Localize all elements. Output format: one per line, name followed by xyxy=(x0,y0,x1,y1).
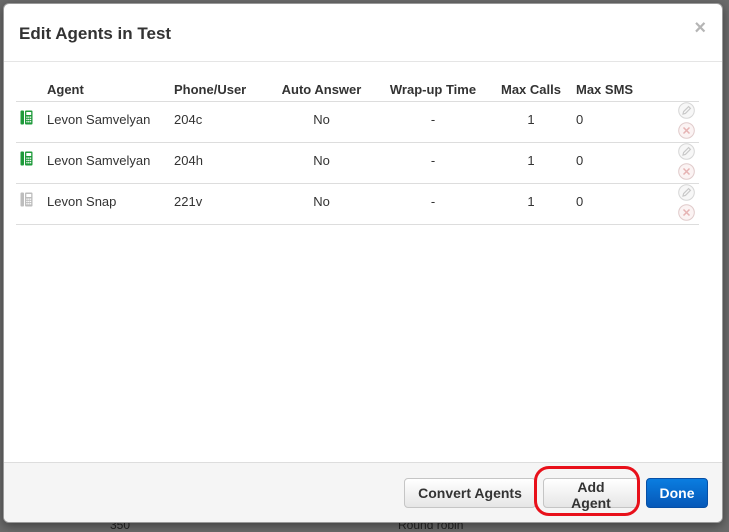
auto-answer: No xyxy=(313,152,330,168)
header-agent: Agent xyxy=(43,77,170,102)
remove-icon[interactable] xyxy=(678,163,695,183)
desk-phone-icon xyxy=(20,151,33,169)
max-sms: 0 xyxy=(576,193,584,209)
close-icon[interactable]: × xyxy=(694,18,706,38)
table-row[interactable]: Levon Samvelyan 204c No - 1 0 xyxy=(16,101,699,143)
desk-phone-icon xyxy=(20,110,33,128)
auto-answer: No xyxy=(313,193,330,209)
pencil-icon[interactable] xyxy=(678,184,695,204)
header-max-sms: Max SMS xyxy=(570,77,660,102)
edit-agents-dialog: Edit Agents in Test × Agent Phone/User A… xyxy=(3,3,723,523)
agents-table: Agent Phone/User Auto Answer Wrap-up Tim… xyxy=(16,77,699,225)
max-sms: 0 xyxy=(576,152,584,168)
wrap-up-time: - xyxy=(430,193,436,209)
header-auto-answer: Auto Answer xyxy=(269,77,374,102)
wrap-up-time: - xyxy=(430,152,436,168)
pencil-icon[interactable] xyxy=(678,102,695,122)
dialog-title: Edit Agents in Test xyxy=(19,24,172,43)
table-row[interactable]: Levon Samvelyan 204h No - 1 0 xyxy=(16,142,699,184)
header-actions xyxy=(660,77,699,102)
remove-icon[interactable] xyxy=(678,122,695,142)
header-status xyxy=(16,77,43,102)
agents-table-body: Levon Samvelyan 204c No - 1 0 Levon Samvelyan 2… xyxy=(16,101,699,225)
auto-answer: No xyxy=(313,111,330,127)
max-calls: 1 xyxy=(527,193,535,209)
convert-agents-button[interactable]: Convert Agents xyxy=(404,478,536,508)
phone-user: 221v xyxy=(174,193,203,209)
phone-user: 204c xyxy=(174,111,203,127)
header-max-calls: Max Calls xyxy=(492,77,570,102)
desk-phone-icon xyxy=(20,192,33,210)
done-button[interactable]: Done xyxy=(646,478,708,508)
max-calls: 1 xyxy=(527,152,535,168)
agent-name: Levon Samvelyan xyxy=(47,152,151,168)
phone-user: 204h xyxy=(174,152,203,168)
dialog-footer: Convert Agents Add Agent Done xyxy=(4,462,722,522)
agent-name: Levon Samvelyan xyxy=(47,111,151,127)
wrap-up-time: - xyxy=(430,111,436,127)
dialog-header: Edit Agents in Test × xyxy=(4,4,722,62)
table-header-row: Agent Phone/User Auto Answer Wrap-up Tim… xyxy=(16,77,699,102)
agent-name: Levon Snap xyxy=(47,193,117,209)
add-agent-button[interactable]: Add Agent xyxy=(543,478,639,511)
header-wrap-up-time: Wrap-up Time xyxy=(374,77,492,102)
table-row[interactable]: Levon Snap 221v No - 1 0 xyxy=(16,183,699,225)
dialog-body: Agent Phone/User Auto Answer Wrap-up Tim… xyxy=(4,62,722,464)
max-sms: 0 xyxy=(576,111,584,127)
header-phone-user: Phone/User xyxy=(170,77,269,102)
max-calls: 1 xyxy=(527,111,535,127)
remove-icon[interactable] xyxy=(678,204,695,224)
pencil-icon[interactable] xyxy=(678,143,695,163)
